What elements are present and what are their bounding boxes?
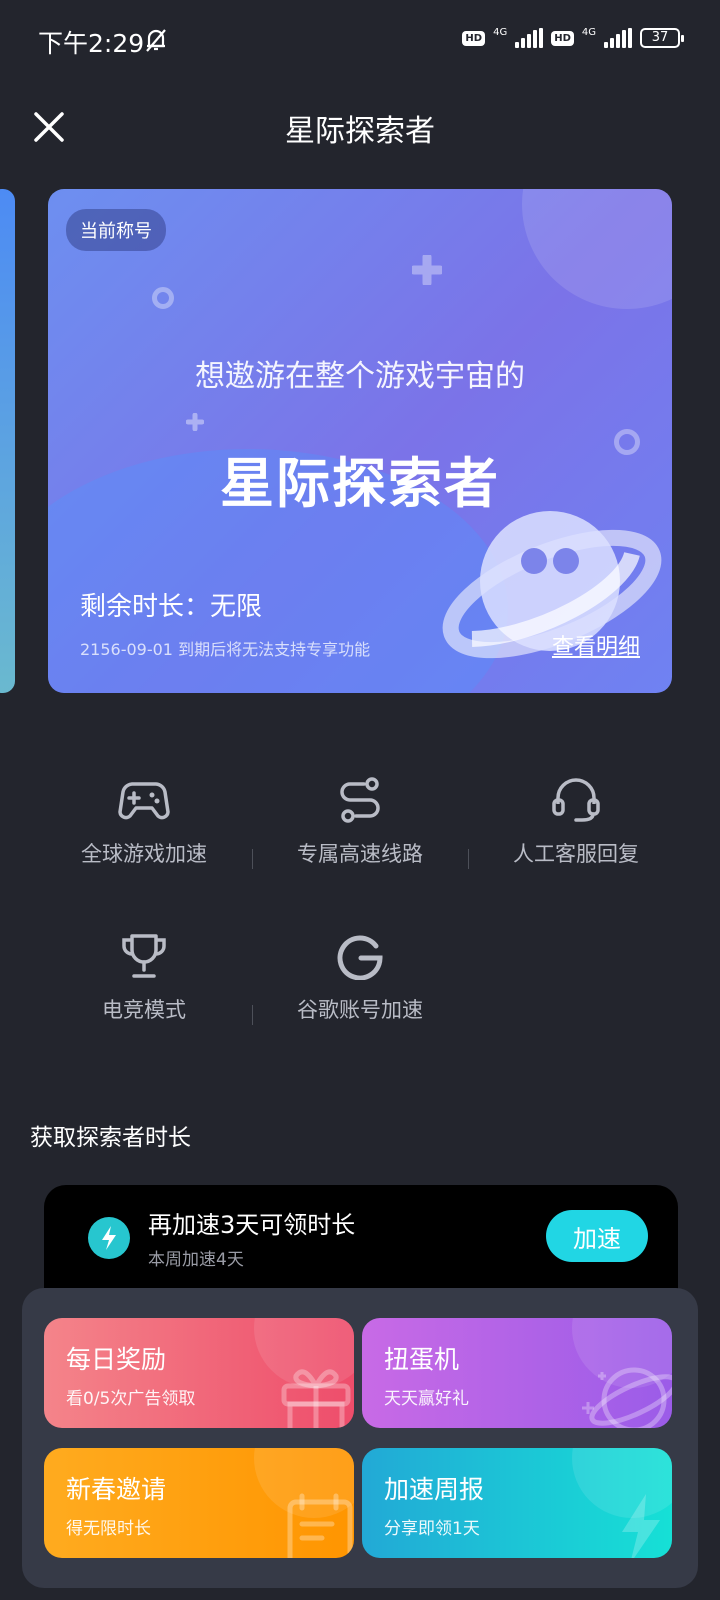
hd-badge: HD [462,30,486,46]
feature-label: 全球游戏加速 [81,842,207,866]
gamepad-icon [118,782,170,820]
feature-label: 谷歌账号加速 [297,998,423,1022]
network-type: 4G [493,27,508,38]
feature-customer-service[interactable]: 人工客服回复 [476,776,676,868]
battery-icon: 37 [640,28,684,48]
weekly-report-tile[interactable]: 加速周报 分享即领1天 [362,1448,672,1558]
calendar-icon [287,1493,353,1558]
feature-label: 专属高速线路 [297,842,423,866]
tile-subtitle: 天天赢好礼 [384,1389,469,1409]
tile-title: 新春邀请 [66,1475,167,1504]
feature-label: 电竞模式 [102,998,186,1022]
divider [252,1005,253,1025]
previous-card[interactable] [0,189,15,693]
route-icon [340,777,380,823]
bell-muted-icon [146,29,166,52]
lightning-icon [88,1217,130,1259]
divider [468,849,469,869]
status-indicators: HD 4G HD 4G 37 [462,27,684,48]
daily-reward-tile[interactable]: 每日奖励 看0/5次广告领取 [44,1318,354,1428]
expire-note: 2156-09-01 到期后将无法支持专享功能 [80,640,371,659]
tile-title: 扭蛋机 [384,1345,460,1374]
feature-esports-mode[interactable]: 电竞模式 [44,932,244,1024]
signal-icon [515,28,544,48]
feature-dedicated-route[interactable]: 专属高速线路 [260,776,460,868]
tile-subtitle: 看0/5次广告领取 [66,1389,196,1409]
headset-icon [552,778,600,822]
section-title: 获取探索者时长 [30,1125,191,1151]
reward-panel: 每日奖励 看0/5次广告领取 扭蛋机 天天赢好礼 新春邀请 得无限时长 加速周报 [22,1288,698,1588]
sparkle-icon [412,255,442,285]
tile-subtitle: 分享即领1天 [384,1519,480,1539]
tile-title: 加速周报 [384,1475,485,1504]
card-subtitle: 想遨游在整个游戏宇宙的 [195,359,525,394]
network-type: 4G [581,27,596,38]
trophy-icon [122,934,166,978]
task-subtitle: 本周加速4天 [148,1250,244,1270]
google-icon [337,935,383,980]
view-details-link[interactable]: 查看明细 [552,629,640,661]
task-title: 再加速3天可领时长 [148,1211,356,1239]
tile-subtitle: 得无限时长 [66,1519,151,1539]
feature-global-game-boost[interactable]: 全球游戏加速 [44,776,244,868]
title-card[interactable]: 当前称号 想遨游在整个游戏宇宙的 星际探索者 剩余时长：无限 2156-09-0… [48,189,672,693]
spring-invite-tile[interactable]: 新春邀请 得无限时长 [44,1448,354,1558]
sparkle-icon [186,413,204,431]
divider [252,849,253,869]
lightning-deco-icon [622,1494,660,1558]
gift-icon [281,1369,351,1428]
current-title-badge: 当前称号 [66,209,166,251]
hd-badge: HD [551,30,574,46]
accelerate-button[interactable]: 加速 [546,1210,648,1262]
card-decoration [522,189,672,309]
gacha-tile[interactable]: 扭蛋机 天天赢好礼 [362,1318,672,1428]
status-bar: 下午2:29 HD 4G HD 4G 37 [0,0,720,84]
planet-deco-icon [582,1367,672,1428]
feature-label: 人工客服回复 [513,842,639,866]
page-title: 星际探索者 [285,114,435,149]
signal-icon [604,28,632,48]
ring-decoration [152,287,174,309]
remaining-duration: 剩余时长：无限 [80,592,263,622]
status-time: 下午2:29 [38,29,145,58]
tile-title: 每日奖励 [66,1345,167,1374]
feature-google-account-boost[interactable]: 谷歌账号加速 [260,932,460,1024]
